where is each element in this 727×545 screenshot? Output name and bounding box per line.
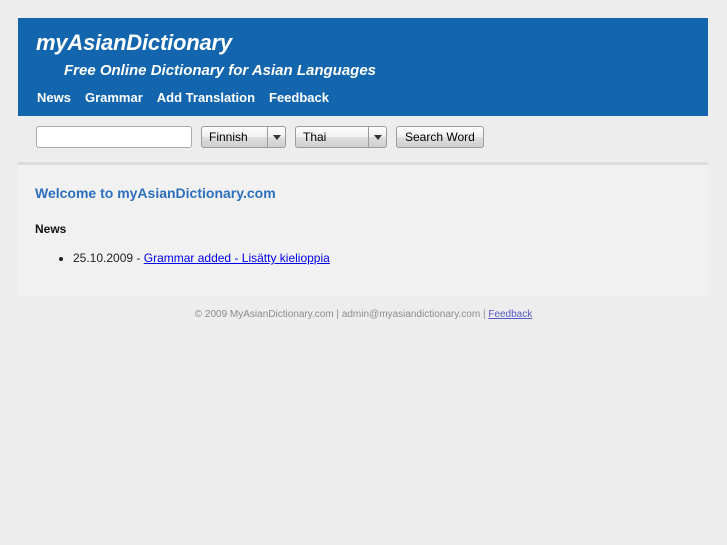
news-item-link[interactable]: Grammar added - Lisätty kielioppia xyxy=(144,251,330,265)
chevron-down-icon[interactable] xyxy=(267,127,285,147)
chevron-down-glyph xyxy=(272,134,281,140)
footer-separator-1: | xyxy=(333,309,342,320)
site-header: myAsianDictionary Free Online Dictionary… xyxy=(18,18,708,116)
source-language-value: Finnish xyxy=(209,130,248,144)
welcome-heading: Welcome to myAsianDictionary.com xyxy=(35,185,276,201)
nav-item-news[interactable]: News xyxy=(37,90,71,106)
chevron-down-glyph xyxy=(373,134,382,140)
target-language-select[interactable]: Thai xyxy=(295,126,387,148)
footer-feedback-link[interactable]: Feedback xyxy=(488,309,532,320)
page-root: myAsianDictionary Free Online Dictionary… xyxy=(0,0,727,545)
content-panel: Welcome to myAsianDictionary.com News 25… xyxy=(18,162,708,296)
footer-email: admin@myasiandictionary.com xyxy=(341,309,481,320)
source-language-select[interactable]: Finnish xyxy=(201,126,286,148)
chevron-down-icon[interactable] xyxy=(368,127,386,147)
news-section-heading: News xyxy=(35,222,67,236)
main-navigation: News Grammar Add Translation Feedback xyxy=(37,90,329,106)
footer-copyright: © 2009 MyAsianDictionary.com xyxy=(194,309,334,320)
news-list: 25.10.2009 - Grammar added - Lisätty kie… xyxy=(35,251,330,266)
target-language-value: Thai xyxy=(303,130,327,144)
site-tagline: Free Online Dictionary for Asian Languag… xyxy=(64,62,377,79)
page-footer: © 2009 MyAsianDictionary.com | admin@mya… xyxy=(0,309,727,320)
list-item: 25.10.2009 - Grammar added - Lisätty kie… xyxy=(73,251,330,266)
search-input[interactable] xyxy=(36,126,192,148)
site-title: myAsianDictionary xyxy=(36,30,232,55)
news-item-date: 25.10.2009 - xyxy=(73,251,144,265)
search-bar: Finnish Thai Search Word xyxy=(36,126,484,148)
nav-item-add-translation[interactable]: Add Translation xyxy=(157,90,255,106)
nav-item-feedback[interactable]: Feedback xyxy=(269,90,329,106)
search-word-button[interactable]: Search Word xyxy=(396,126,484,148)
nav-item-grammar[interactable]: Grammar xyxy=(85,90,143,106)
